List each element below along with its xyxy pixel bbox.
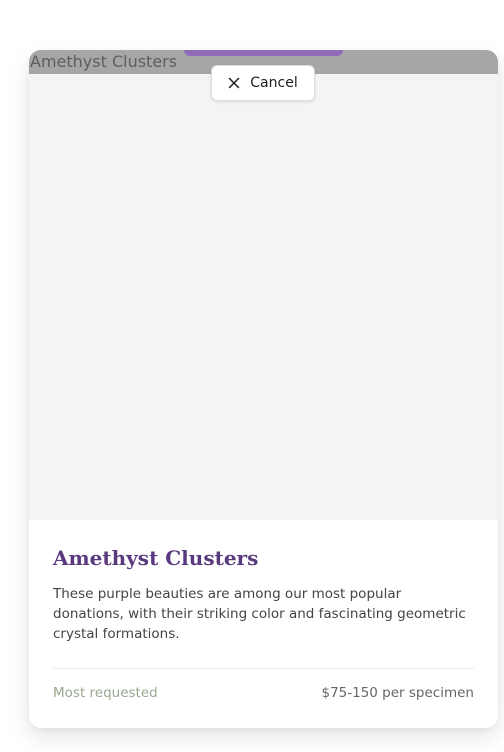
product-card: Amethyst Clusters Amethyst Clusters Thes… [29,50,498,728]
card-description: These purple beauties are among our most… [53,586,466,642]
cancel-button[interactable]: Cancel [211,65,315,101]
card-body: Amethyst Clusters These purple beauties … [29,520,498,728]
image-alt-text: Amethyst Clusters [29,52,177,72]
close-icon [229,77,240,89]
card-title: Amethyst Clusters [53,546,259,570]
price-label: $75-150 per specimen [321,685,474,701]
product-image: Amethyst Clusters [29,50,498,520]
drag-handle-tab[interactable] [184,50,343,56]
cancel-button-label: Cancel [250,75,298,91]
tag-label: Most requested [53,685,158,701]
divider [53,668,474,669]
image-alt-label: Amethyst Clusters [30,52,178,71]
